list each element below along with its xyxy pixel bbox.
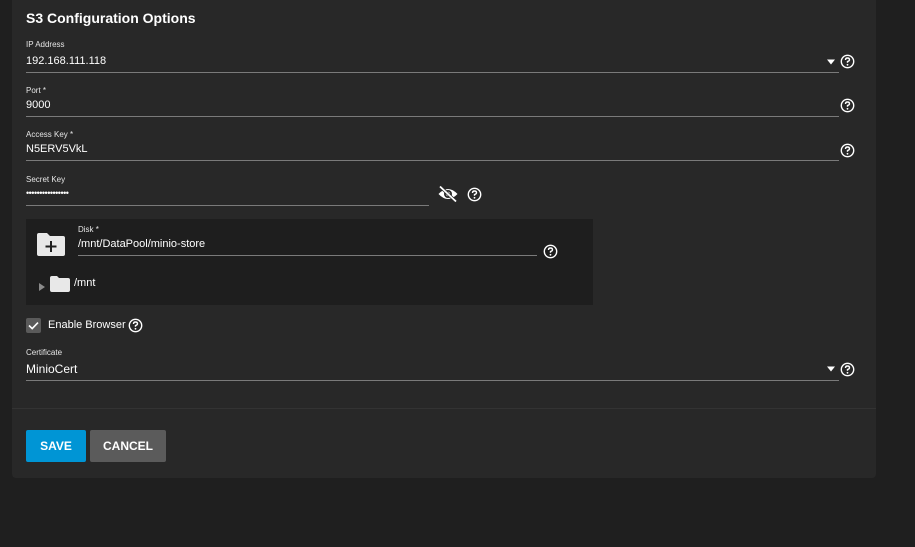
actions-divider bbox=[12, 408, 876, 409]
disk-label: Disk * bbox=[78, 225, 99, 234]
access-key-input[interactable]: N5ERV5VkL bbox=[26, 143, 88, 155]
secret-key-input[interactable]: •••••••••••••••• bbox=[26, 188, 69, 198]
tree-node-mnt[interactable]: /mnt bbox=[74, 277, 95, 289]
access-key-label: Access Key * bbox=[26, 130, 74, 139]
section-title: S3 Configuration Options bbox=[26, 10, 196, 26]
check-icon bbox=[28, 322, 39, 330]
certificate-label: Certificate bbox=[26, 348, 63, 357]
certificate-underline bbox=[26, 380, 839, 381]
save-button[interactable]: SAVE bbox=[26, 430, 86, 462]
enable-browser-checkbox[interactable] bbox=[26, 318, 41, 333]
help-circle-icon[interactable] bbox=[543, 244, 558, 259]
folder-icon bbox=[50, 276, 70, 292]
cancel-button[interactable]: CANCEL bbox=[90, 430, 166, 462]
help-circle-icon[interactable] bbox=[840, 362, 855, 377]
port-input[interactable]: 9000 bbox=[26, 99, 50, 111]
secret-key-label: Secret Key bbox=[26, 175, 66, 184]
help-circle-icon[interactable] bbox=[840, 54, 855, 69]
help-circle-icon[interactable] bbox=[840, 98, 855, 113]
help-circle-icon[interactable] bbox=[128, 318, 143, 333]
caret-down-icon[interactable] bbox=[826, 366, 836, 372]
disk-explorer: Disk * /mnt/DataPool/minio-store /mnt bbox=[26, 219, 593, 305]
folder-plus-icon[interactable] bbox=[36, 231, 66, 257]
disk-underline bbox=[78, 255, 537, 256]
ip-address-label: IP Address bbox=[26, 40, 65, 49]
certificate-select[interactable]: MinioCert bbox=[26, 362, 77, 376]
disk-path-input[interactable]: /mnt/DataPool/minio-store bbox=[78, 238, 205, 250]
enable-browser-label: Enable Browser bbox=[48, 319, 126, 331]
help-circle-icon[interactable] bbox=[467, 187, 482, 202]
help-circle-icon[interactable] bbox=[840, 143, 855, 158]
triangle-right-icon[interactable] bbox=[38, 279, 46, 291]
ip-address-select[interactable]: 192.168.111.118 bbox=[26, 55, 106, 67]
ip-address-underline bbox=[26, 72, 839, 73]
caret-down-icon[interactable] bbox=[826, 59, 836, 65]
secret-key-underline bbox=[26, 205, 429, 206]
access-key-underline bbox=[26, 160, 839, 161]
port-underline bbox=[26, 116, 839, 117]
port-label: Port * bbox=[26, 86, 47, 95]
eye-off-icon[interactable] bbox=[437, 185, 459, 203]
